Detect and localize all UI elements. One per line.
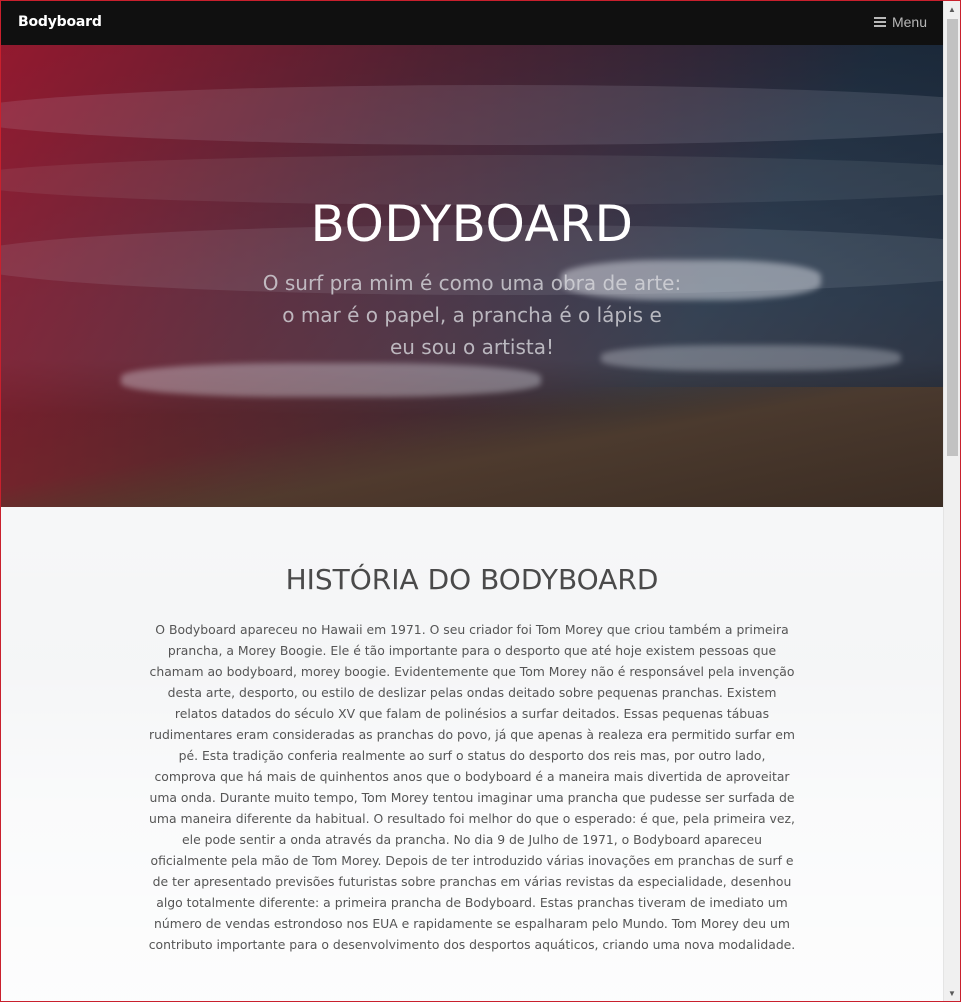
about-paragraph: O Bodyboard apareceu no Hawaii em 1971. … [148, 622, 796, 952]
about-title: HISTÓRIA DO BODYBOARD [285, 563, 659, 596]
chevron-down-icon[interactable]: ▼ [944, 985, 960, 1001]
hero-section: BODYBOARD O surf pra mim é como uma obra… [1, 45, 943, 507]
about-section: HISTÓRIA DO BODYBOARD O Bodyboard aparec… [1, 507, 943, 1001]
page-viewport: Bodyboard Menu BODYBOARD O surf pra mim … [1, 1, 943, 1001]
hero-subtitle-line: O surf pra mim é como uma obra de arte: [262, 271, 682, 295]
hero-title: BODYBOARD [310, 195, 634, 253]
menu-label: Menu [891, 14, 927, 30]
menu-toggle-button[interactable]: Menu [873, 14, 927, 30]
chevron-up-icon[interactable]: ▲ [944, 1, 960, 17]
hero-subtitle-line: eu sou o artista! [389, 335, 555, 359]
hero-subtitle-line: o mar é o papel, a prancha é o lápis e [282, 303, 662, 327]
hero-subtitle: O surf pra mim é como uma obra de arte: … [1, 267, 943, 363]
scrollbar-thumb[interactable] [947, 19, 958, 456]
hamburger-icon [873, 17, 886, 27]
brand-link[interactable]: Bodyboard [18, 14, 102, 30]
rocks-decoration [1, 387, 943, 507]
wave-decoration [1, 85, 943, 145]
vertical-scrollbar[interactable]: ▲ ▼ [943, 1, 960, 1001]
top-navbar: Bodyboard Menu [1, 1, 943, 45]
